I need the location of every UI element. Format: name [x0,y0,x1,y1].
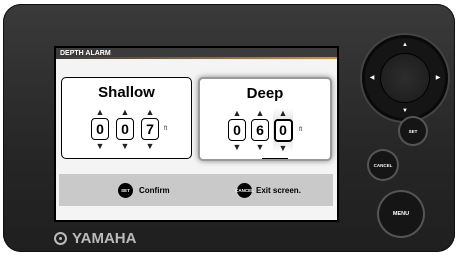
deep-digit-tens[interactable]: ▲ 6 ▼ [250,108,270,152]
digit-value: 0 [228,119,246,141]
shallow-digit-tens[interactable]: ▲ 0 ▼ [115,107,135,151]
deep-digit-hundreds[interactable]: ▲ 0 ▼ [227,108,247,152]
exit-label: Exit screen. [256,186,301,195]
device-bezel: DEPTH ALARM Shallow ▲ 0 ▼ ▲ 0 ▼ ▲ 7 ▼ ft… [3,4,455,252]
cursor-underline [262,158,288,159]
dpad-up-icon[interactable]: ▲ [400,40,410,50]
down-arrow-icon[interactable]: ▼ [90,141,110,151]
display-screen: DEPTH ALARM Shallow ▲ 0 ▼ ▲ 0 ▼ ▲ 7 ▼ ft… [54,46,339,222]
dpad-right-icon[interactable]: ▶ [433,73,443,83]
cancel-button[interactable]: CANCEL [369,151,397,179]
up-arrow-icon[interactable]: ▲ [250,108,270,118]
shallow-unit: ft [164,126,168,132]
digit-value: 0 [91,118,109,140]
shallow-label: Shallow [98,84,155,101]
digit-value: 0 [273,119,293,142]
shallow-alarm-panel[interactable]: Shallow ▲ 0 ▼ ▲ 0 ▼ ▲ 7 ▼ ft [61,77,192,159]
confirm-softkey[interactable]: SET Confirm [118,182,170,199]
down-arrow-icon[interactable]: ▼ [227,142,247,152]
deep-alarm-panel[interactable]: Deep ▲ 0 ▼ ▲ 6 ▼ ▲ 0 ▼ ft [198,77,332,161]
deep-unit: ft [299,127,303,133]
set-key-icon: SET [118,183,133,198]
dpad-left-icon[interactable]: ◀ [367,73,377,83]
exit-softkey[interactable]: CANCEL Exit screen. [235,182,301,199]
down-arrow-icon[interactable]: ▼ [273,143,293,153]
dpad-down-icon[interactable]: ▼ [400,106,410,116]
screen-title: DEPTH ALARM [56,48,337,59]
down-arrow-icon[interactable]: ▼ [140,141,160,151]
dpad-center-button[interactable] [381,54,429,102]
set-button[interactable]: SET [400,118,426,144]
digit-value: 0 [116,118,134,140]
down-arrow-icon[interactable]: ▼ [250,142,270,152]
menu-button[interactable]: MENU [379,192,423,236]
up-arrow-icon[interactable]: ▲ [115,107,135,117]
shallow-digit-hundreds[interactable]: ▲ 0 ▼ [90,107,110,151]
yamaha-logo: YAMAHA [54,230,136,247]
digit-value: 6 [251,119,269,141]
cancel-key-icon: CANCEL [235,183,254,198]
digit-value: 7 [141,118,159,140]
softkey-bar: SET Confirm CANCEL Exit screen. [59,174,333,206]
up-arrow-icon[interactable]: ▲ [90,107,110,117]
up-arrow-icon[interactable]: ▲ [227,108,247,118]
logo-text: YAMAHA [72,230,137,247]
tuning-fork-logo-icon [54,232,67,245]
up-arrow-icon[interactable]: ▲ [140,107,160,117]
up-arrow-icon[interactable]: ▲ [273,108,293,118]
deep-label: Deep [246,85,284,102]
deep-digit-ones-selected[interactable]: ▲ 0 ▼ [273,108,293,153]
down-arrow-icon[interactable]: ▼ [115,141,135,151]
confirm-label: Confirm [139,186,170,195]
shallow-digit-ones[interactable]: ▲ 7 ▼ [140,107,160,151]
directional-pad[interactable]: ▲ ▼ ◀ ▶ [362,35,448,121]
